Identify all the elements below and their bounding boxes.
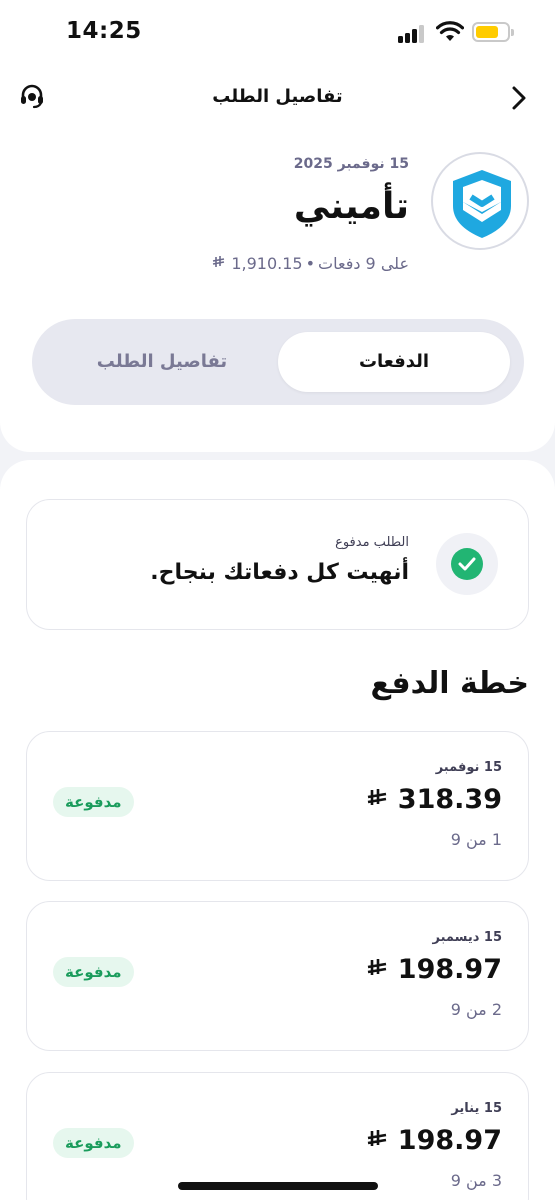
- paid-status-card: الطلب مدفوع أنهيت كل دفعاتك بنجاح.: [26, 499, 529, 630]
- tab-payments[interactable]: الدفعات: [278, 332, 510, 392]
- status-label: الطلب مدفوع: [335, 535, 409, 550]
- payment-amount-value: 198.97: [397, 954, 502, 985]
- payment-card[interactable]: 15 يناير 198.97 3 من 9 مدفوعة: [26, 1072, 529, 1200]
- status-badge: مدفوعة: [53, 957, 134, 987]
- order-header-area: 14:25 تفاصيل الطلب 15 نوفمبر 2025 تأميني…: [0, 0, 555, 452]
- chevron-right-icon[interactable]: [506, 84, 532, 112]
- merchant-logo: [431, 152, 529, 250]
- status-badge: مدفوعة: [53, 787, 134, 817]
- page-title: تفاصيل الطلب: [212, 86, 343, 107]
- payment-index: 2 من 9: [450, 1000, 502, 1019]
- shield-logo-icon: [453, 170, 511, 238]
- check-circle-icon: [451, 548, 483, 580]
- cellular-signal-icon: [398, 23, 428, 43]
- battery-icon: [472, 22, 514, 42]
- payment-amount-value: 198.97: [397, 1125, 502, 1156]
- nav-bar: تفاصيل الطلب: [0, 76, 555, 120]
- payment-card[interactable]: 15 ديسمبر 198.97 2 من 9 مدفوعة: [26, 901, 529, 1051]
- installments-count: على 9 دفعات: [318, 254, 409, 273]
- merchant-name: تأميني: [293, 186, 409, 227]
- tab-order-details[interactable]: تفاصيل الطلب: [46, 332, 278, 392]
- riyal-icon: [212, 254, 226, 273]
- status-time: 14:25: [66, 18, 142, 44]
- tab-bar: الدفعات تفاصيل الطلب: [32, 319, 524, 405]
- riyal-icon: [366, 1125, 388, 1156]
- home-indicator[interactable]: [178, 1182, 378, 1190]
- status-badge: مدفوعة: [53, 1128, 134, 1158]
- order-date: 15 نوفمبر 2025: [293, 156, 409, 172]
- order-total: 1,910.15: [231, 254, 303, 273]
- status-icon-wrap: [436, 533, 498, 595]
- order-summary: على 9 دفعات•1,910.15: [212, 254, 409, 273]
- riyal-icon: [366, 954, 388, 985]
- payment-date: 15 نوفمبر: [435, 760, 502, 775]
- payment-amount: 198.97: [366, 1125, 502, 1156]
- payment-index: 3 من 9: [450, 1171, 502, 1190]
- payment-date: 15 يناير: [451, 1101, 502, 1116]
- payment-amount: 198.97: [366, 954, 502, 985]
- wifi-icon: [436, 21, 464, 41]
- status-message: أنهيت كل دفعاتك بنجاح.: [150, 560, 409, 585]
- payment-plan-title: خطة الدفع: [370, 666, 530, 701]
- riyal-icon: [366, 784, 388, 815]
- payment-date: 15 ديسمبر: [432, 930, 502, 945]
- payment-amount-value: 318.39: [397, 784, 502, 815]
- status-bar: 14:25: [0, 0, 555, 64]
- payment-index: 1 من 9: [450, 830, 502, 849]
- payment-amount: 318.39: [366, 784, 502, 815]
- payment-card[interactable]: 15 نوفمبر 318.39 1 من 9 مدفوعة: [26, 731, 529, 881]
